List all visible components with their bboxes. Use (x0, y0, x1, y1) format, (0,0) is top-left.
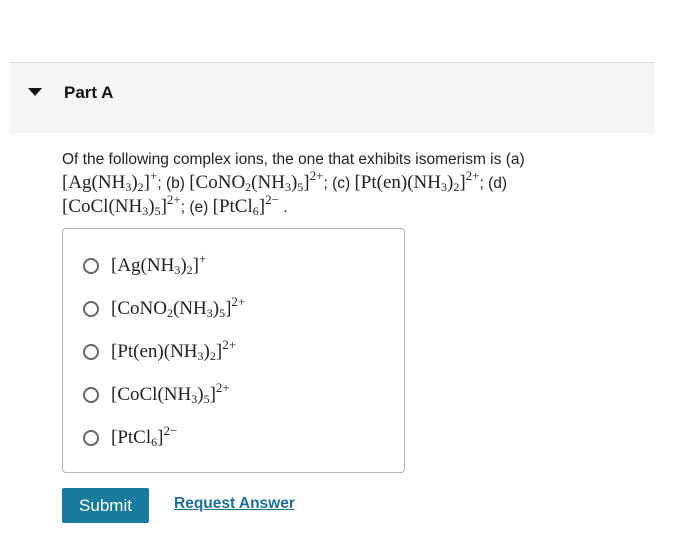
label-e: (e) (189, 199, 209, 216)
label-a: (a) (505, 151, 525, 168)
radio-unselected-icon[interactable] (83, 344, 99, 360)
option-c-formula: [Pt(en)(NH3)2]2+ (111, 337, 237, 363)
option-e[interactable]: [PtCl6]2− (83, 423, 178, 449)
question-formula-c: [Pt(en)(NH3)2]2+ (354, 168, 480, 194)
question-formula-b: [CoNO2(NH3)5]2+ (189, 168, 324, 194)
answer-options: [Ag(NH3)2]+ [CoNO2(NH3)5]2+ [Pt(en)(NH3)… (62, 228, 405, 473)
question-formula-e: [PtCl6]2− (212, 192, 279, 218)
option-d[interactable]: [CoCl(NH3)5]2+ (83, 380, 230, 406)
part-title: Part A (64, 83, 114, 102)
submit-button[interactable]: Submit (62, 488, 149, 523)
request-answer-link[interactable]: Request Answer (174, 495, 295, 513)
label-b: (b) (165, 175, 185, 192)
radio-unselected-icon[interactable] (83, 387, 99, 403)
question-formula-d: [CoCl(NH3)5]2+ (62, 192, 181, 218)
caret-down-icon[interactable] (28, 88, 42, 96)
question-formula-a: [Ag(NH3)2]+ (62, 168, 158, 194)
label-c: (c) (332, 175, 351, 192)
question-text: Of the following complex ions, the one t… (62, 151, 525, 218)
option-a[interactable]: [Ag(NH3)2]+ (83, 251, 207, 277)
radio-unselected-icon[interactable] (83, 258, 99, 274)
option-b-formula: [CoNO2(NH3)5]2+ (111, 294, 246, 320)
option-a-formula: [Ag(NH3)2]+ (111, 251, 207, 277)
option-d-formula: [CoCl(NH3)5]2+ (111, 380, 230, 406)
option-b[interactable]: [CoNO2(NH3)5]2+ (83, 294, 246, 320)
option-c[interactable]: [Pt(en)(NH3)2]2+ (83, 337, 237, 363)
question-intro: Of the following complex ions, the one t… (62, 151, 502, 168)
radio-unselected-icon[interactable] (83, 430, 99, 446)
option-e-formula: [PtCl6]2− (111, 423, 178, 449)
radio-unselected-icon[interactable] (83, 301, 99, 317)
label-d: (d) (488, 175, 508, 192)
